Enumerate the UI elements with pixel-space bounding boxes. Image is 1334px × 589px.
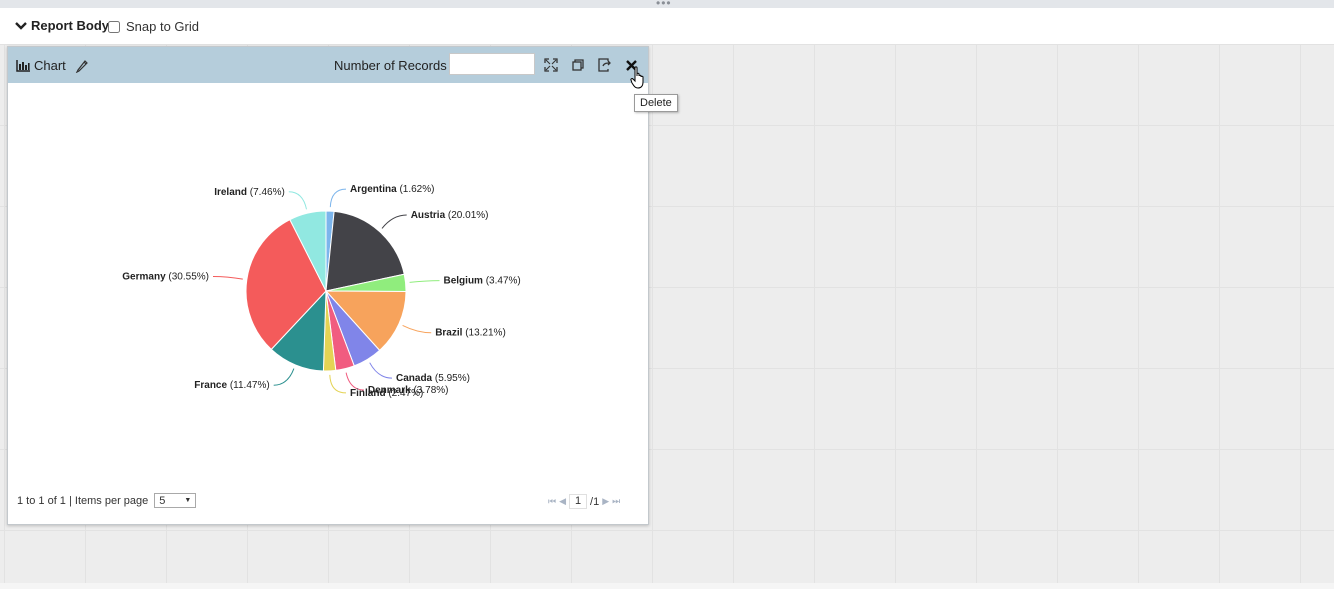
prev-page-icon[interactable]: ◀ (559, 496, 566, 507)
connector-finland (329, 374, 347, 394)
delete-tooltip: Delete (634, 94, 678, 112)
connector-canada (369, 362, 393, 379)
first-page-icon[interactable]: ⏮ (548, 496, 556, 507)
data-label-ireland: Ireland (7.46%) (214, 187, 285, 198)
connector-france (273, 368, 295, 386)
pager-nav: ⏮ ◀ 1 /1 ▶ ⏭ (548, 494, 620, 509)
chart-panel-header: Chart Number of Records (8, 47, 648, 83)
copy-icon (572, 59, 584, 71)
edit-pencil-icon[interactable] (75, 59, 89, 73)
data-label-belgium: Belgium (3.47%) (444, 276, 521, 287)
pager-summary: 1 to 1 of 1 | Items per page (17, 494, 149, 507)
connector-germany (212, 276, 243, 280)
export-button[interactable] (597, 57, 613, 73)
chart-title-group: Chart (16, 58, 89, 73)
connector-austria (381, 214, 407, 229)
page-total: /1 (590, 495, 600, 508)
items-per-page-value: 5 (159, 494, 166, 507)
snap-to-grid-checkbox[interactable] (108, 20, 120, 33)
report-body-title: Report Body (31, 18, 109, 33)
expand-icon (544, 58, 558, 72)
data-label-germany: Germany (30.55%) (122, 272, 209, 283)
last-page-icon[interactable]: ⏭ (612, 496, 620, 507)
connector-belgium (409, 280, 440, 283)
number-of-records-label: Number of Records (334, 58, 447, 73)
pie-chart: Argentina (1.62%) Austria (20.01%) Belgium… (122, 184, 521, 399)
expand-button[interactable] (543, 57, 559, 73)
hand-cursor-icon (630, 66, 644, 89)
data-label-argentina: Argentina (1.62%) (350, 184, 434, 195)
chart-panel[interactable]: Chart Number of Records Argentina (1.62%… (7, 46, 649, 525)
snap-to-grid-label: Snap to Grid (126, 19, 199, 34)
chart-panel-title: Chart (34, 58, 66, 73)
data-label-brazil: Brazil (13.21%) (435, 328, 506, 339)
report-header: Report Body Snap to Grid (0, 8, 1334, 45)
report-body-toggle[interactable]: Report Body (14, 18, 109, 33)
connector-argentina (329, 188, 347, 208)
next-page-icon[interactable]: ▶ (602, 496, 609, 507)
data-label-canada: Canada (5.95%) (396, 373, 470, 384)
bar-chart-icon (16, 59, 30, 72)
data-label-france: France (11.47%) (194, 380, 269, 391)
data-label-finland: Finland (2.47%) (350, 388, 423, 399)
export-icon (598, 58, 611, 72)
drag-handle-icon[interactable]: ••• (656, 0, 672, 9)
pager-summary-group: 1 to 1 of 1 | Items per page 5 ▼ (17, 493, 197, 508)
duplicate-button[interactable] (570, 57, 586, 73)
window-top-strip: ••• (0, 0, 1334, 9)
canvas-bottom-strip (0, 583, 1334, 589)
dropdown-arrow-icon: ▼ (184, 497, 192, 504)
snap-to-grid[interactable]: Snap to Grid (108, 19, 199, 34)
connector-brazil (402, 324, 432, 334)
connector-ireland (288, 191, 307, 210)
items-per-page-select[interactable]: 5 ▼ (154, 493, 197, 508)
chevron-down-icon (15, 21, 27, 30)
page-number-input[interactable]: 1 (569, 494, 588, 509)
number-of-records-input[interactable] (449, 53, 535, 75)
data-label-austria: Austria (20.01%) (411, 210, 489, 221)
